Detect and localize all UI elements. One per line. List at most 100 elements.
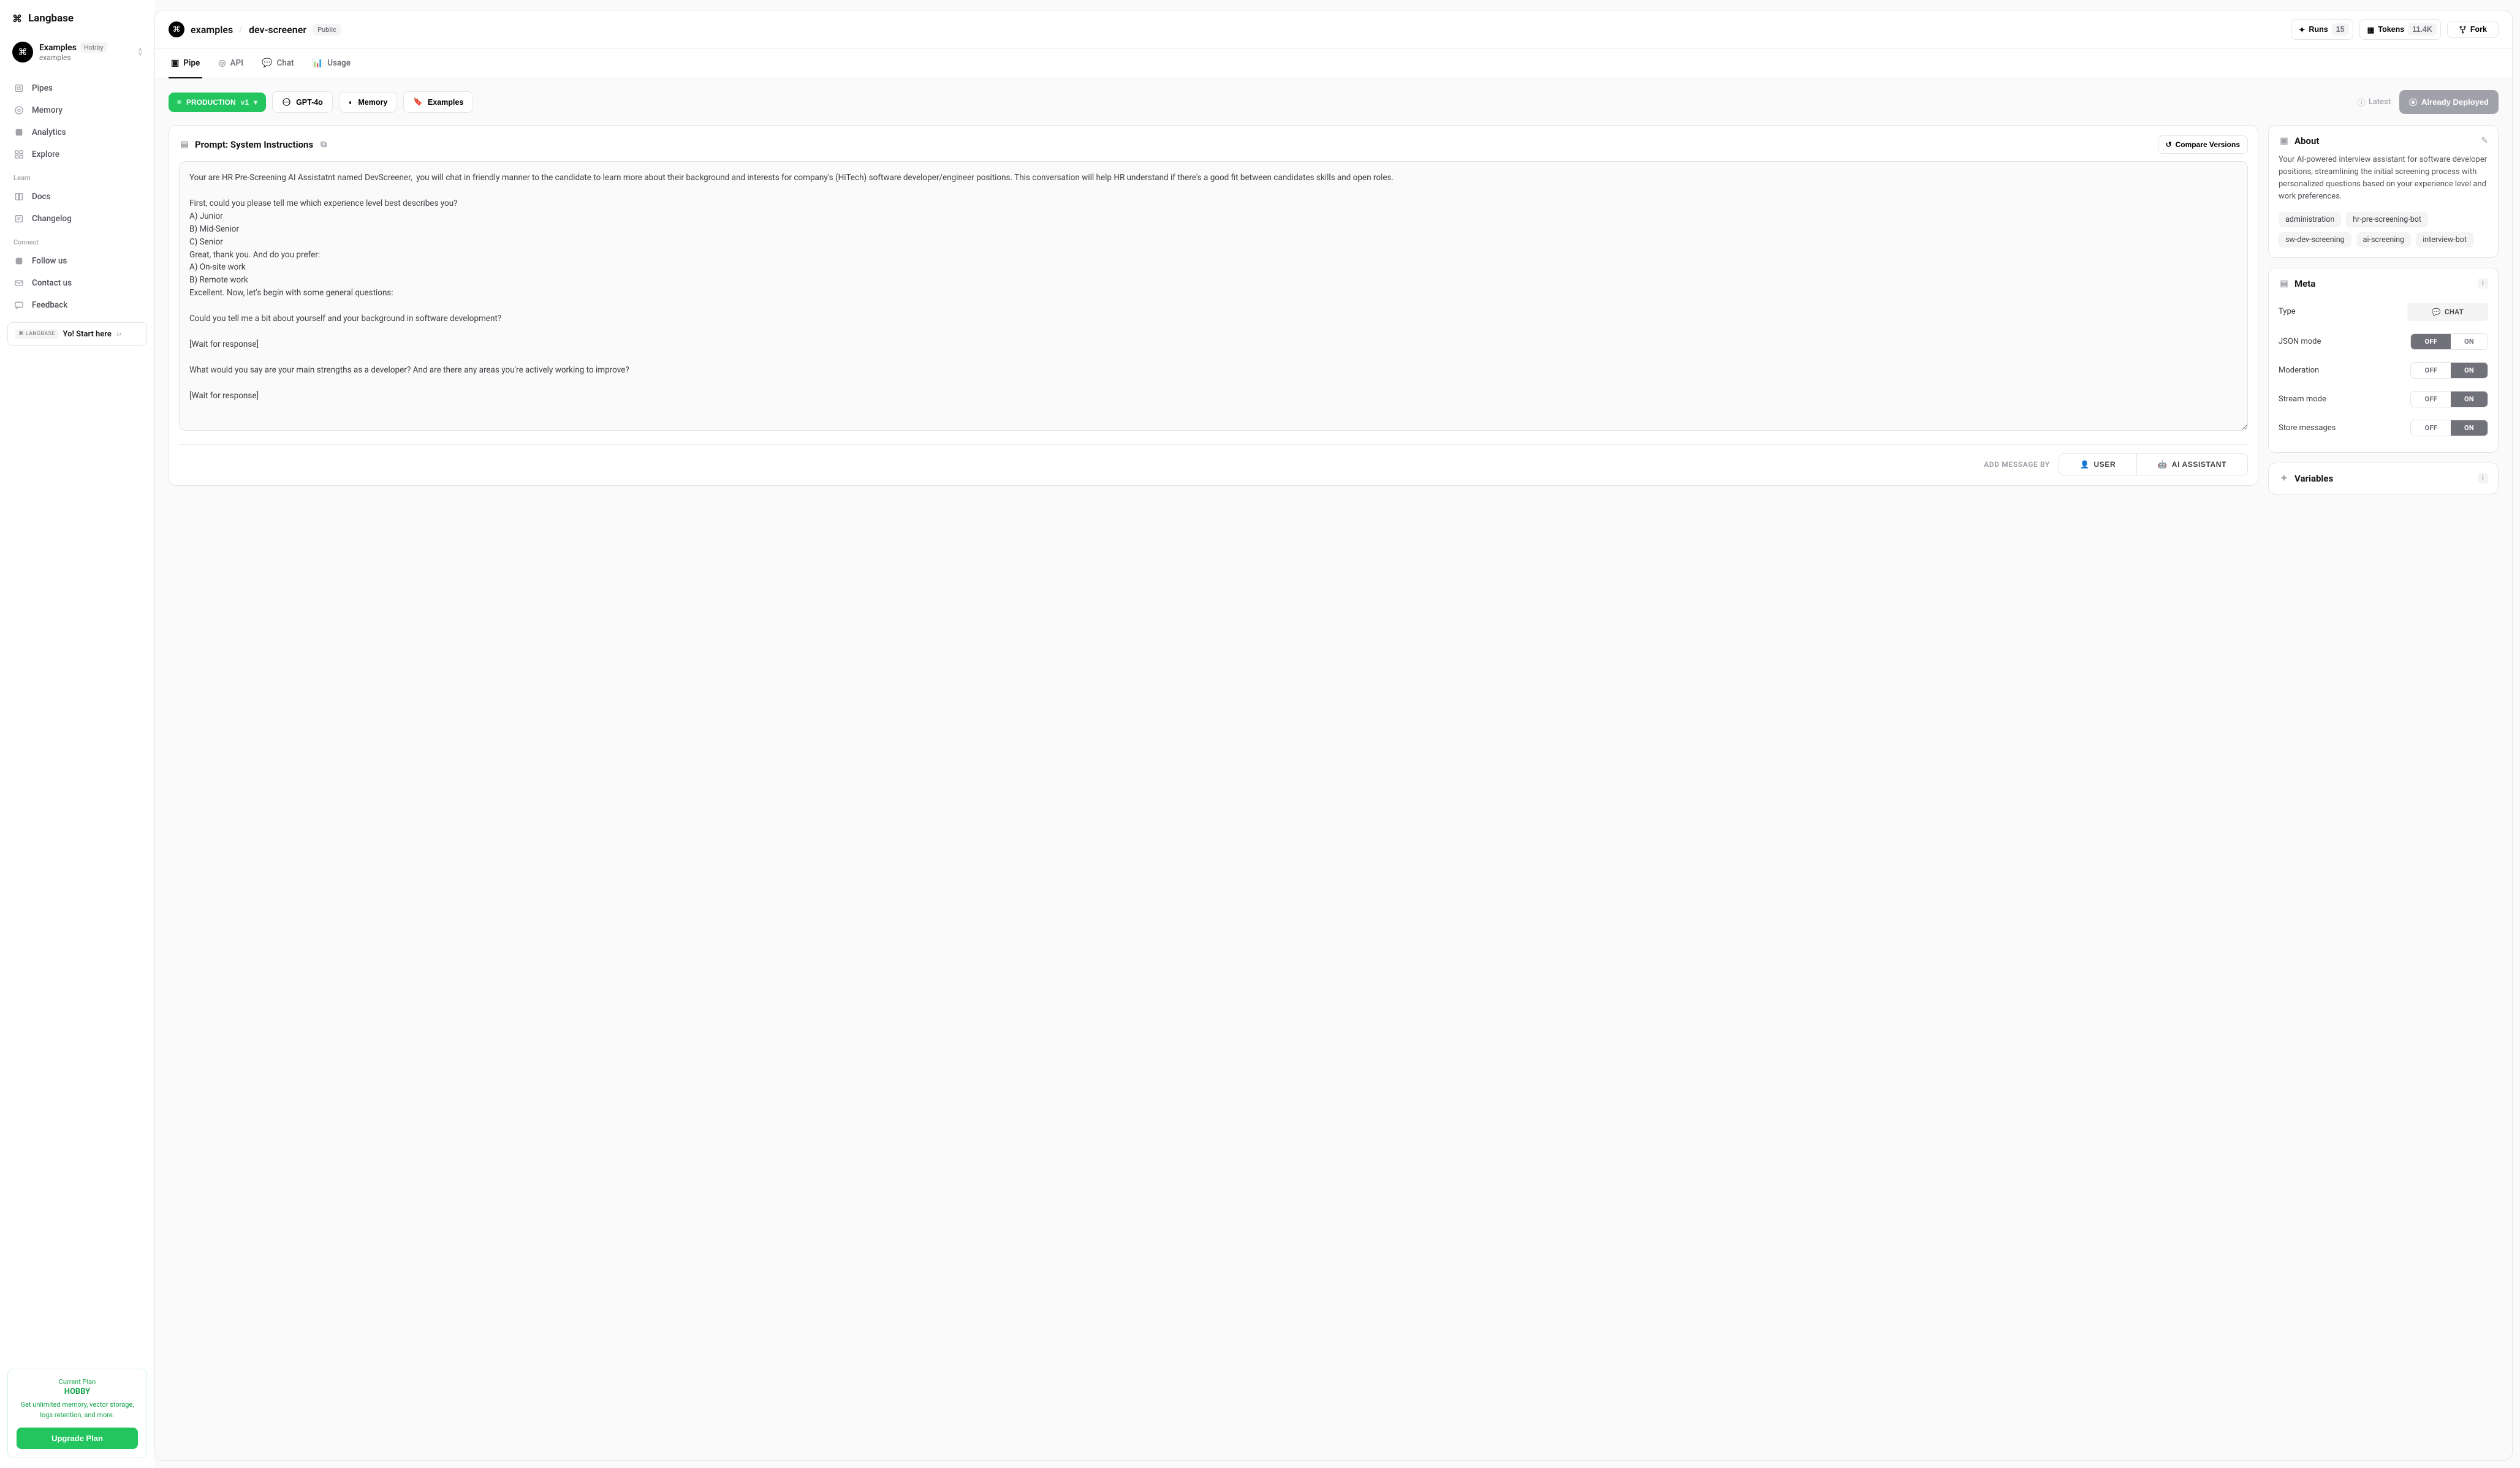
breadcrumb-separator: / bbox=[239, 25, 243, 34]
toggle-on[interactable]: ON bbox=[2451, 392, 2488, 407]
nav-label: Changelog bbox=[32, 214, 72, 224]
sidebar-item-changelog[interactable]: Changelog bbox=[7, 208, 147, 230]
sidebar-item-follow[interactable]: Follow us bbox=[7, 250, 147, 272]
follow-icon bbox=[13, 255, 25, 267]
breadcrumb-project[interactable]: dev-screener bbox=[249, 24, 306, 36]
chat-type-icon: 💬 bbox=[2432, 308, 2441, 316]
sidebar-item-analytics[interactable]: Analytics bbox=[7, 121, 147, 143]
tag[interactable]: interview-bot bbox=[2416, 232, 2473, 248]
compare-versions-button[interactable]: ↺ Compare Versions bbox=[2158, 135, 2248, 154]
toggle-off[interactable]: OFF bbox=[2411, 334, 2451, 349]
meta-moderation-row: Moderation OFF ON bbox=[2279, 356, 2488, 385]
tag[interactable]: hr-pre-screening-bot bbox=[2346, 212, 2428, 227]
meta-type-row: Type 💬 CHAT bbox=[2279, 297, 2488, 327]
toggle-on[interactable]: ON bbox=[2451, 334, 2488, 349]
nav-label: Pipes bbox=[32, 83, 53, 93]
tag[interactable]: sw-dev-screening bbox=[2279, 232, 2351, 248]
docs-icon bbox=[13, 191, 25, 202]
toggle-off[interactable]: OFF bbox=[2411, 420, 2451, 436]
runs-label: Runs bbox=[2309, 25, 2328, 34]
examples-tool-icon: 🔖 bbox=[413, 97, 423, 107]
nav-label: Feedback bbox=[32, 300, 67, 310]
meta-panel: ▤ Meta i Type 💬 CHAT bbox=[2268, 268, 2499, 453]
org-plan-badge: Hobby bbox=[80, 42, 107, 53]
pipe-tab-icon: ▣ bbox=[171, 58, 179, 68]
about-icon: ▣ bbox=[2279, 135, 2290, 146]
arrows-icon: ›› bbox=[116, 329, 121, 339]
sidebar-item-explore[interactable]: Explore bbox=[7, 143, 147, 165]
toggle-off[interactable]: OFF bbox=[2411, 392, 2451, 407]
model-selector[interactable]: GPT-4o bbox=[272, 91, 333, 113]
tag-list: administration hr-pre-screening-bot sw-d… bbox=[2279, 212, 2488, 248]
meta-label: Store messages bbox=[2279, 423, 2336, 433]
user-icon: 👤 bbox=[2080, 460, 2090, 469]
role-segment: 👤 USER 🤖 AI ASSISTANT bbox=[2059, 453, 2248, 475]
type-chip: 💬 CHAT bbox=[2407, 303, 2488, 321]
json-mode-toggle[interactable]: OFF ON bbox=[2410, 333, 2488, 350]
model-name: GPT-4o bbox=[296, 98, 323, 107]
section-connect: Connect bbox=[7, 230, 147, 250]
tab-label: Pipe bbox=[183, 58, 200, 68]
moderation-toggle[interactable]: OFF ON bbox=[2410, 362, 2488, 379]
memory-label: Memory bbox=[358, 98, 387, 107]
tab-usage[interactable]: 📊 Usage bbox=[310, 49, 353, 78]
meta-json-row: JSON mode OFF ON bbox=[2279, 327, 2488, 356]
nav-label: Explore bbox=[32, 149, 59, 159]
add-user-message-button[interactable]: 👤 USER bbox=[2059, 454, 2137, 475]
tab-pipe[interactable]: ▣ Pipe bbox=[169, 49, 202, 78]
tag[interactable]: administration bbox=[2279, 212, 2341, 227]
system-prompt-textarea[interactable] bbox=[179, 161, 2248, 431]
project-avatar: ⌘ bbox=[169, 21, 184, 37]
toggle-off[interactable]: OFF bbox=[2411, 363, 2451, 378]
tag[interactable]: ai-screening bbox=[2356, 232, 2412, 248]
examples-button[interactable]: 🔖 Examples bbox=[403, 91, 473, 113]
add-ai-message-button[interactable]: 🤖 AI ASSISTANT bbox=[2137, 454, 2247, 475]
sidebar-item-pipes[interactable]: Pipes bbox=[7, 77, 147, 99]
copy-icon[interactable]: ⧉ bbox=[318, 139, 329, 150]
upgrade-plan-button[interactable]: Upgrade Plan bbox=[17, 1428, 138, 1449]
plan-desc: Get unlimited memory, vector storage, lo… bbox=[17, 1400, 138, 1420]
start-here-card[interactable]: ⌘ LANGBASE Yo! Start here ›› bbox=[7, 322, 147, 346]
memory-button[interactable]: ◐ Memory bbox=[339, 92, 398, 113]
meta-label: Moderation bbox=[2279, 366, 2319, 375]
about-title: About bbox=[2294, 135, 2319, 146]
nav-label: Follow us bbox=[32, 256, 67, 266]
add-message-label: ADD MESSAGE BY bbox=[179, 460, 2050, 469]
fork-icon bbox=[2459, 26, 2467, 34]
page-header: ⌘ examples / dev-screener Public ✦ Runs … bbox=[155, 10, 2512, 49]
toggle-on[interactable]: ON bbox=[2451, 420, 2488, 436]
deployed-button[interactable]: ⦿ Already Deployed bbox=[2399, 90, 2499, 114]
breadcrumb-org[interactable]: examples bbox=[191, 24, 233, 36]
about-panel: ▣ About ✎ Your AI-powered interview assi… bbox=[2268, 125, 2499, 258]
variables-panel: ✦ Variables i bbox=[2268, 463, 2499, 494]
analytics-icon bbox=[13, 127, 25, 138]
org-switcher[interactable]: ⌘ Examples Hobby examples ˄˅ bbox=[7, 37, 147, 67]
tokens-button[interactable]: ▦ Tokens 11.4K bbox=[2359, 19, 2441, 40]
tab-api[interactable]: ◎ API bbox=[216, 49, 246, 78]
visibility-badge: Public bbox=[313, 24, 341, 36]
examples-label: Examples bbox=[428, 98, 463, 107]
sidebar-item-contact[interactable]: Contact us bbox=[7, 272, 147, 294]
main: ⌘ examples / dev-screener Public ✦ Runs … bbox=[154, 0, 2520, 1468]
openai-icon bbox=[282, 97, 291, 107]
runs-button[interactable]: ✦ Runs 15 bbox=[2291, 19, 2353, 40]
toggle-on[interactable]: ON bbox=[2451, 363, 2488, 378]
sidebar-item-memory[interactable]: Memory bbox=[7, 99, 147, 121]
sidebar-item-feedback[interactable]: Feedback bbox=[7, 294, 147, 316]
info-icon: ⓘ bbox=[2358, 96, 2366, 108]
store-messages-toggle[interactable]: OFF ON bbox=[2410, 420, 2488, 436]
stream-toggle[interactable]: OFF ON bbox=[2410, 391, 2488, 407]
langbase-badge: ⌘ LANGBASE bbox=[15, 329, 58, 339]
edit-icon[interactable]: ✎ bbox=[2481, 136, 2488, 146]
fork-button[interactable]: Fork bbox=[2447, 21, 2499, 38]
meta-label: Stream mode bbox=[2279, 395, 2326, 404]
brand-logo[interactable]: ⌘ Langbase bbox=[7, 10, 147, 37]
info-badge[interactable]: i bbox=[2478, 278, 2488, 289]
tabs: ▣ Pipe ◎ API 💬 Chat 📊 Usage bbox=[155, 49, 2512, 79]
toolbar: PRODUCTION v1 ▾ GPT-4o ◐ Memory 🔖 Exampl bbox=[169, 90, 2499, 114]
info-badge[interactable]: i bbox=[2478, 473, 2488, 483]
sidebar-item-docs[interactable]: Docs bbox=[7, 186, 147, 208]
production-dropdown[interactable]: PRODUCTION v1 ▾ bbox=[169, 93, 266, 112]
nav-label: Docs bbox=[32, 192, 50, 202]
tab-chat[interactable]: 💬 Chat bbox=[259, 49, 297, 78]
